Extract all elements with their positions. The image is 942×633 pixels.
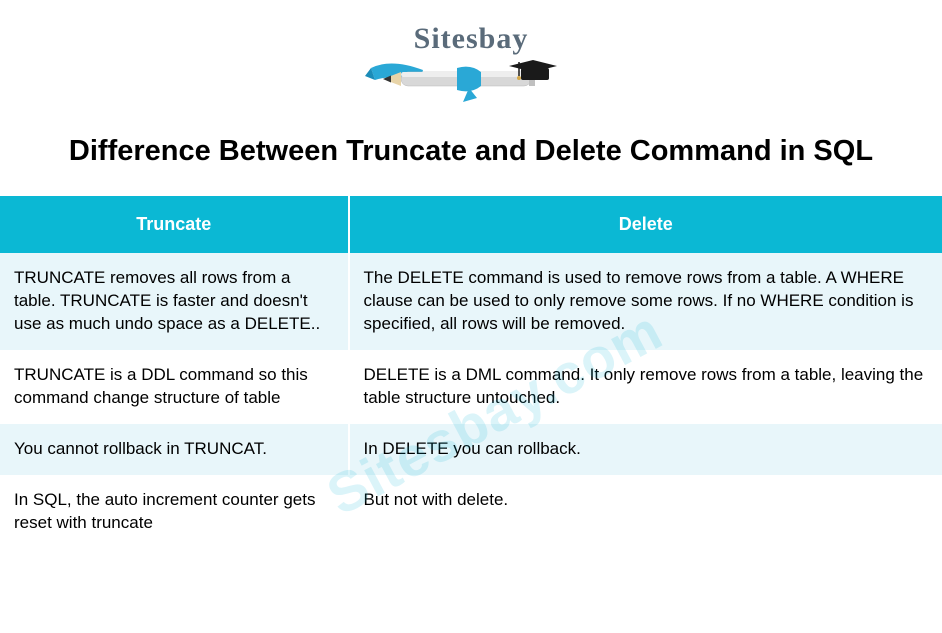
logo: Sitesbay	[351, 18, 591, 108]
table-header-row: Truncate Delete	[0, 196, 942, 253]
logo-container: Sitesbay	[0, 0, 942, 121]
cell-truncate: TRUNCATE removes all rows from a table. …	[0, 253, 349, 350]
table-row: You cannot rollback in TRUNCAT. In DELET…	[0, 424, 942, 475]
table-row: In SQL, the auto increment counter gets …	[0, 475, 942, 549]
header-delete: Delete	[349, 196, 942, 253]
cell-truncate: TRUNCATE is a DDL command so this comman…	[0, 350, 349, 424]
logo-pencil-icon	[361, 50, 581, 106]
page-title: Difference Between Truncate and Delete C…	[0, 135, 942, 168]
cell-delete: The DELETE command is used to remove row…	[349, 253, 942, 350]
cell-delete: DELETE is a DML command. It only remove …	[349, 350, 942, 424]
table-row: TRUNCATE is a DDL command so this comman…	[0, 350, 942, 424]
comparison-table: Truncate Delete TRUNCATE removes all row…	[0, 196, 942, 549]
cell-delete: In DELETE you can rollback.	[349, 424, 942, 475]
cell-truncate: In SQL, the auto increment counter gets …	[0, 475, 349, 549]
table-row: TRUNCATE removes all rows from a table. …	[0, 253, 942, 350]
cell-delete: But not with delete.	[349, 475, 942, 549]
header-truncate: Truncate	[0, 196, 349, 253]
cell-truncate: You cannot rollback in TRUNCAT.	[0, 424, 349, 475]
